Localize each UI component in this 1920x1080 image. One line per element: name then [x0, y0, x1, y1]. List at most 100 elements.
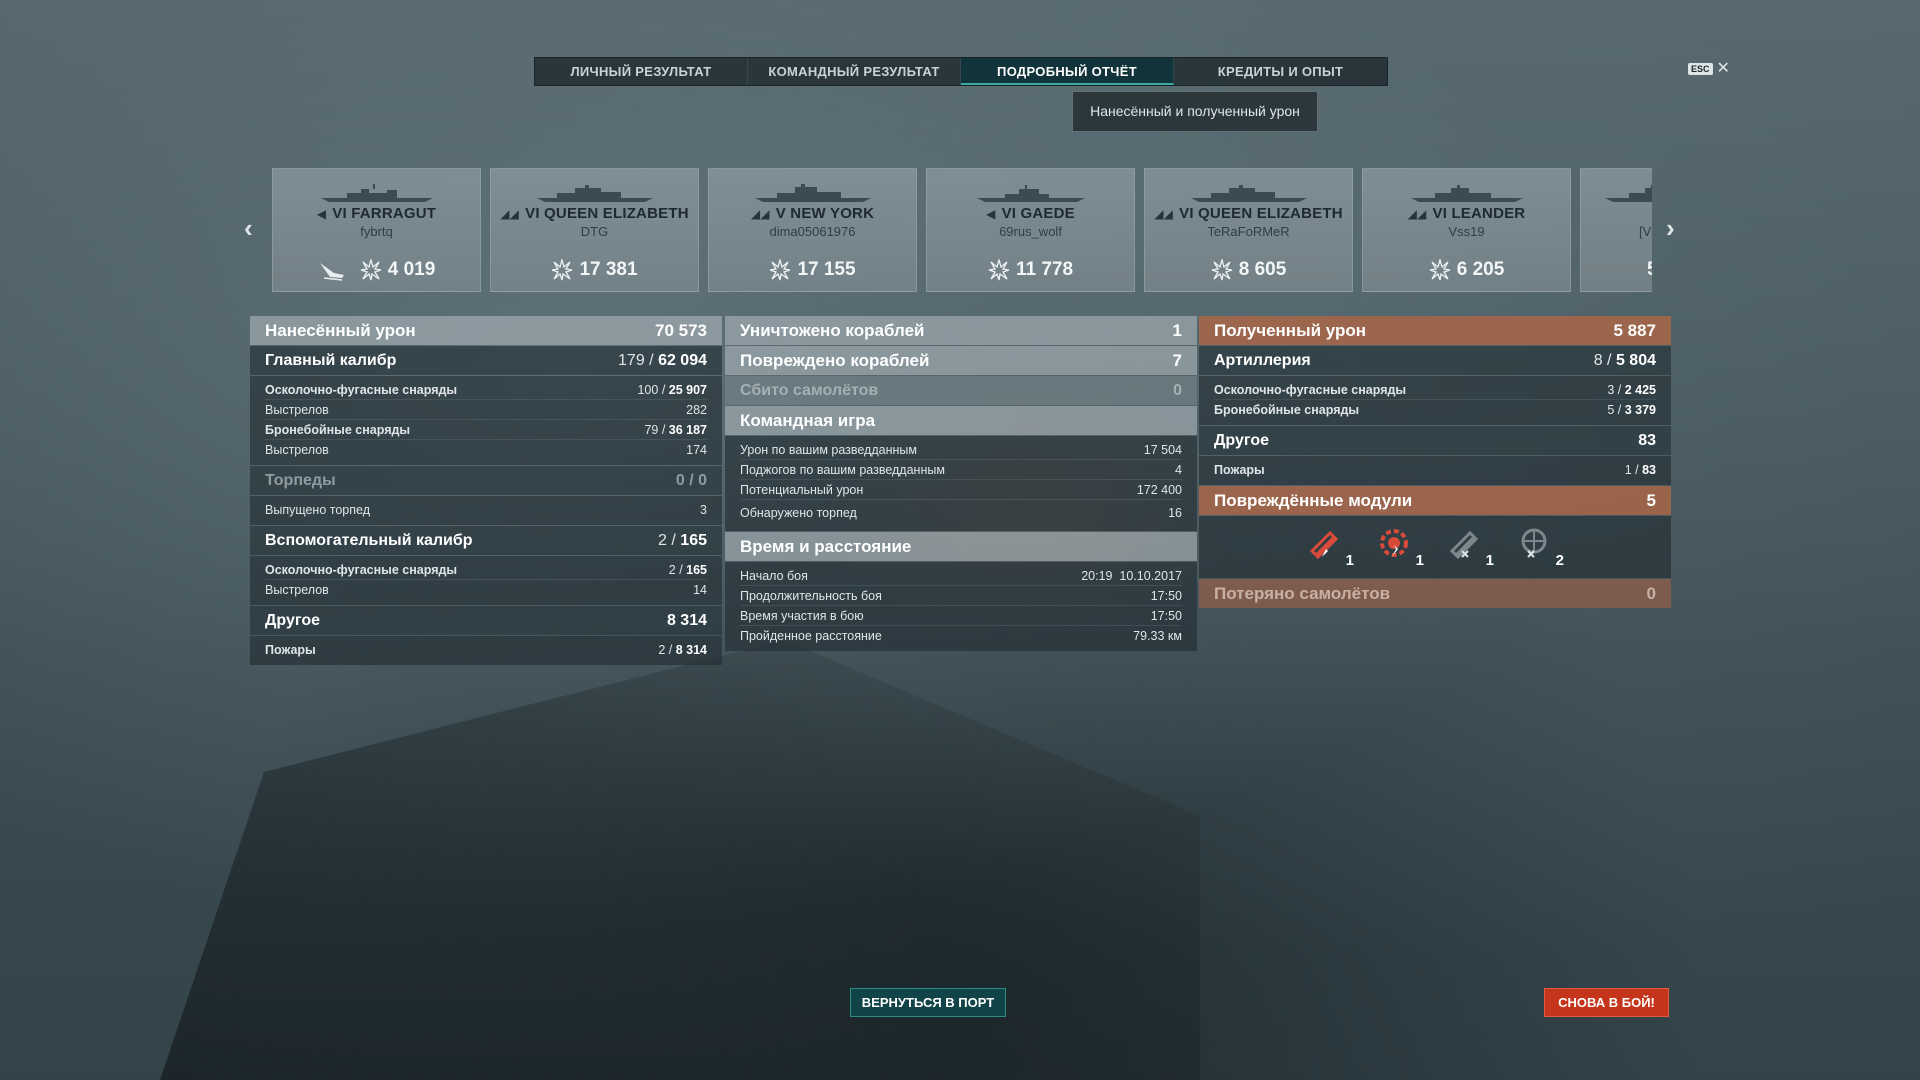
damage-burst-icon	[1211, 259, 1232, 281]
destroyer-icon: ◀	[316, 207, 327, 221]
tab-team-result[interactable]: КОМАНДНЫЙ РЕЗУЛЬТАТ	[748, 58, 961, 85]
plane-shot-icon	[319, 263, 344, 281]
esc-key-label: ESC	[1688, 63, 1713, 75]
cruiser-icon: ◢◢	[1407, 207, 1427, 221]
dealt-damage-header: Нанесённый урон 70 573	[250, 316, 722, 345]
ship-silhouette-icon	[976, 185, 1085, 202]
close-icon: ✕	[1716, 60, 1730, 77]
battle-again-button[interactable]: СНОВА В БОЙ!	[1544, 988, 1669, 1017]
ships-damaged-row: Повреждено кораблей 7	[725, 346, 1197, 375]
main-battery-destroyed-icon: 1	[1446, 525, 1494, 569]
other-received-details: Пожары 1 / 83	[1199, 456, 1671, 485]
damage-burst-icon	[988, 259, 1010, 281]
ship-damage-value: 5	[1647, 259, 1652, 281]
dealt-damage-panel: Нанесённый урон 70 573 Главный калибр 17…	[250, 316, 722, 666]
damage-burst-icon	[552, 259, 573, 281]
battleship-icon: ◢◢	[750, 207, 770, 221]
main-battery-row: Главный калибр 179 / 62 094	[250, 346, 722, 375]
list-item: Бронебойные снаряды 79 / 36 187	[265, 420, 707, 440]
planes-lost-row: Потеряно самолётов 0	[1199, 579, 1671, 608]
list-item: Пожары 1 / 83	[1214, 463, 1656, 477]
player-name: dima05061976	[769, 224, 856, 239]
battleship-icon: ◢◢	[1154, 207, 1174, 221]
other-dealt-row: Другое 8 314	[250, 606, 722, 635]
ship-card[interactable]: ◀ VI FARRAGUT fybrtq 4 019	[272, 168, 481, 292]
player-name: TeRaFoRMeR	[1207, 224, 1290, 239]
close-button[interactable]: ESC ✕	[1688, 60, 1730, 77]
list-item: Осколочно-фугасные снаряды 3 / 2 425	[1214, 380, 1656, 400]
list-item: Поджогов по вашим разведданным 4	[740, 460, 1182, 480]
player-name: fybrtq	[360, 224, 393, 239]
ship-card[interactable]: ◢◢ VI QUEEN ELIZABETH DTG 17 381	[490, 168, 699, 292]
secondary-battery-details: Осколочно-фугасные снаряды 2 / 165 Выстре…	[250, 556, 722, 605]
ships-destroyed-row: Уничтожено кораблей 1	[725, 316, 1197, 345]
ship-name: VI QUEEN ELIZABETH	[1179, 205, 1343, 222]
ship-carousel: ◀ VI FARRAGUT fybrtq 4 019 ◢◢ VI QUEEN ELI…	[272, 168, 1652, 292]
list-item: Бронебойные снаряды 5 / 3 379	[1214, 403, 1656, 417]
ship-card[interactable]: ◢◢ VI QUEEN ELIZABETH TeRaFoRMeR 8 605	[1144, 168, 1353, 292]
time-distance-header: Время и расстояние	[725, 532, 1197, 561]
destroyer-icon: ◀	[986, 207, 996, 221]
team-play-details: Урон по вашим разведданным 17 504 Поджого…	[725, 436, 1197, 531]
received-damage-header: Полученный урон 5 887	[1199, 316, 1671, 345]
ship-damage-value: 8 605	[1238, 259, 1287, 280]
secondary-battery-row: Вспомогательный калибр 2 / 165	[250, 526, 722, 555]
other-received-row: Другое 83	[1199, 426, 1671, 455]
ship-card-partial[interactable]: [V 5	[1580, 168, 1652, 292]
damage-burst-icon	[360, 259, 381, 281]
artillery-details: Осколочно-фугасные снаряды 3 / 2 425 Брон…	[1199, 376, 1671, 425]
list-item: Начало боя 20:19 10.10.2017	[740, 566, 1182, 586]
ship-name: V NEW YORK	[775, 205, 875, 222]
ship-damage-value: 17 155	[797, 259, 856, 280]
list-item: Обнаружено торпед 16	[740, 506, 1182, 520]
ship-name: VI LEANDER	[1432, 205, 1526, 222]
return-to-port-button[interactable]: ВЕРНУТЬСЯ В ПОРТ	[850, 988, 1006, 1017]
tab-detailed-report[interactable]: ПОДРОБНЫЙ ОТЧЁТ	[961, 58, 1174, 85]
engine-damaged-icon: 1	[1376, 525, 1424, 569]
player-name: Vss19	[1448, 224, 1485, 239]
battle-stats-panel: Уничтожено кораблей 1 Повреждено кораблей…	[725, 316, 1197, 652]
other-dealt-details: Пожары 2 / 8 314	[250, 636, 722, 665]
ship-card[interactable]: ◢◢ VI LEANDER Vss19 6 205	[1362, 168, 1571, 292]
player-name: 69rus_wolf	[999, 224, 1062, 239]
ship-name: VI GAEDE	[1001, 205, 1075, 222]
player-name: DTG	[580, 224, 609, 239]
main-battery-damaged-icon: 1	[1306, 525, 1354, 569]
ship-damage-value: 6 205	[1456, 259, 1505, 280]
tab-credits-and-xp[interactable]: КРЕДИТЫ И ОПЫТ	[1174, 58, 1387, 85]
ship-damage-value: 17 381	[579, 259, 638, 280]
list-item: Выпущено торпед 3	[265, 503, 707, 517]
ship-silhouette-icon	[1410, 185, 1523, 202]
list-item: Выстрелов 282	[265, 400, 707, 420]
ship-silhouette-icon	[1605, 185, 1652, 202]
ship-card[interactable]: ◀ VI GAEDE 69rus_wolf 11 778	[926, 168, 1135, 292]
carousel-prev-arrow-icon[interactable]: ‹	[244, 215, 253, 241]
player-name: [V	[1639, 224, 1652, 239]
list-item: Потенциальный урон 172 400	[740, 480, 1182, 500]
team-play-header: Командная игра	[725, 406, 1197, 435]
tab-personal-result[interactable]: ЛИЧНЫЙ РЕЗУЛЬТАТ	[535, 58, 748, 85]
ship-silhouette-icon	[536, 185, 653, 202]
result-tabs: ЛИЧНЫЙ РЕЗУЛЬТАТ КОМАНДНЫЙ РЕЗУЛЬТАТ ПОД…	[534, 57, 1388, 86]
carousel-next-arrow-icon[interactable]: ›	[1666, 215, 1675, 241]
ship-damage-value: 4 019	[387, 259, 436, 280]
tab-tooltip: Нанесённый и полученный урон	[1072, 91, 1318, 132]
ship-silhouette-icon	[320, 184, 433, 202]
battleship-icon: ◢◢	[500, 207, 520, 221]
list-item: Урон по вашим разведданным 17 504	[740, 440, 1182, 460]
list-item: Выстрелов 174	[265, 443, 707, 457]
list-item: Продолжительность боя 17:50	[740, 586, 1182, 606]
received-damage-panel: Полученный урон 5 887 Артиллерия 8 / 5 80…	[1199, 316, 1671, 609]
ship-silhouette-icon	[1190, 185, 1307, 202]
time-distance-details: Начало боя 20:19 10.10.2017 Продолжительн…	[725, 562, 1197, 651]
aa-destroyed-icon: 2	[1516, 525, 1564, 569]
artillery-row: Артиллерия 8 / 5 804	[1199, 346, 1671, 375]
damaged-modules-header: Повреждённые модули 5	[1199, 486, 1671, 515]
list-item: Осколочно-фугасные снаряды 2 / 165	[265, 560, 707, 580]
ship-damage-value: 11 778	[1015, 259, 1074, 280]
damage-burst-icon	[1429, 259, 1450, 281]
torpedoes-details: Выпущено торпед 3	[250, 496, 722, 525]
ship-silhouette-icon	[754, 184, 871, 202]
list-item: Осколочно-фугасные снаряды 100 / 25 907	[265, 380, 707, 400]
ship-card[interactable]: ◢◢ V NEW YORK dima05061976 17 155	[708, 168, 917, 292]
